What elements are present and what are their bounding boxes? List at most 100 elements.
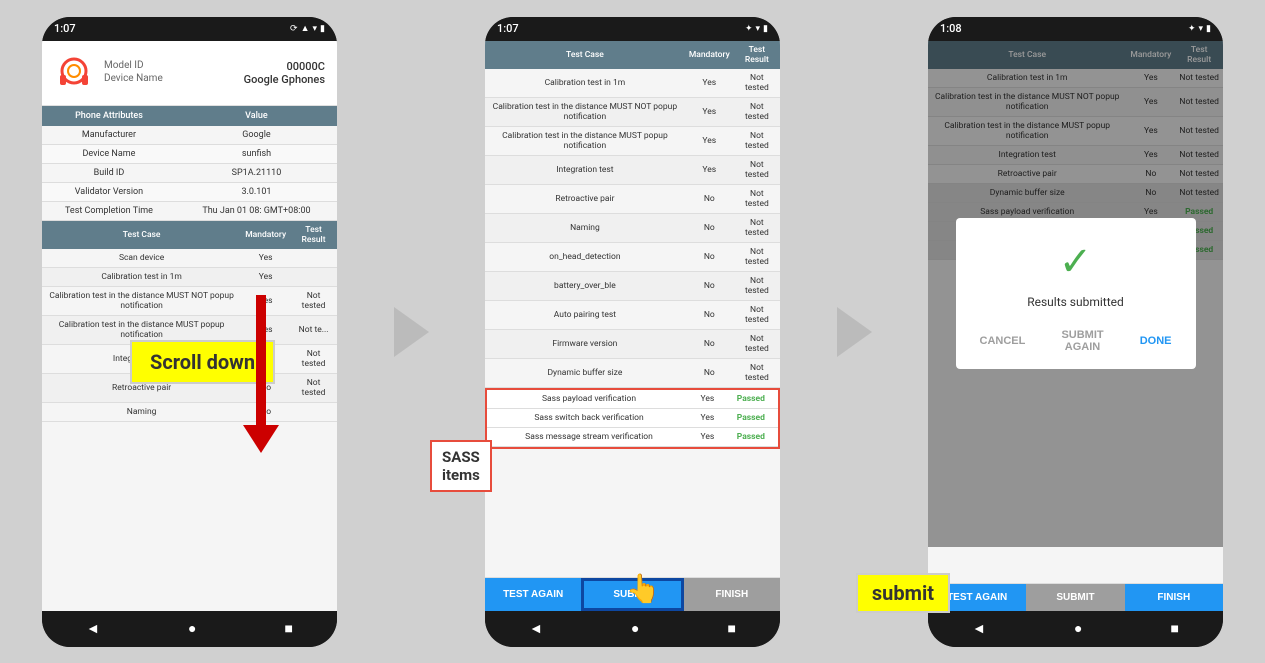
phone-3-content: Test Case Mandatory Test Result Calibrat… [928,41,1223,583]
dialog-buttons: CANCEL SUBMIT AGAIN DONE [972,325,1180,357]
home-btn-3[interactable]: ● [1074,620,1082,637]
table-row: Validator Version3.0.101 [42,182,337,201]
table-row: Auto pairing testNoNot tested [485,300,780,329]
sass-table: Sass payload verificationYesPassed Sass … [487,390,778,447]
test-table-1: Test Case Mandatory Test Result Scan dev… [42,221,337,422]
back-btn-1[interactable]: ◄ [86,620,100,637]
table-row: Calibration test in 1mYes [42,267,337,286]
red-down-arrow [243,295,279,453]
dialog-text: Results submitted [972,295,1180,309]
model-id-label: Model ID [104,60,144,73]
dialog-box: ✓ Results submitted CANCEL SUBMIT AGAIN … [956,218,1196,369]
battery-icon: ▮ [320,24,325,34]
home-btn-1[interactable]: ● [188,620,196,637]
phone-1-content: Model ID 00000C Device Name Google Gphon… [42,41,337,611]
home-btn-2[interactable]: ● [631,620,639,637]
arrow-shaft [256,295,266,425]
status-time-1: 1:07 [54,22,76,35]
recents-btn-1[interactable]: ■ [284,620,292,637]
device-name-value: Google Gphones [244,73,325,86]
bt-icon: ✦ [745,24,753,34]
status-time-3: 1:08 [940,22,962,35]
device-name-label: Device Name [104,73,163,86]
table-row: Firmware versionNoNot tested [485,329,780,358]
table-row: Calibration test in 1mYesNot tested [485,69,780,98]
status-icons-2: ✦ ▾ ▮ [745,24,768,34]
battery-icon-2: ▮ [763,24,768,34]
dialog-cancel-button[interactable]: CANCEL [972,325,1034,357]
test-again-button-2[interactable]: TEST AGAIN [485,578,581,611]
table-row: Calibration test in the distance MUST NO… [42,286,337,315]
attr-header-1: Value [176,106,337,126]
table-row: on_head_detectionNoNot tested [485,242,780,271]
sass-border-box: Sass payload verificationYesPassed Sass … [485,388,780,449]
t2-col-result: Test Result [734,41,780,69]
bt-icon-3: ✦ [1188,24,1196,34]
test-col-case: Test Case [42,221,241,249]
test-col-mandatory: Mandatory [241,221,290,249]
device-header: Model ID 00000C Device Name Google Gphon… [42,41,337,106]
status-icons-3: ✦ ▾ ▮ [1188,24,1211,34]
sass-items-annotation: SASS items [430,440,492,492]
dialog-done-button[interactable]: DONE [1132,325,1180,357]
wifi-icon-2: ▾ [756,24,761,34]
attr-header-0: Phone Attributes [42,106,176,126]
nav-bar-2: ◄ ● ■ [485,611,780,647]
table-row: battery_over_bleNoNot tested [485,271,780,300]
status-bar-3: 1:08 ✦ ▾ ▮ [928,17,1223,41]
table-row: Calibration test in the distance MUST po… [485,126,780,155]
results-submitted-dialog: ✓ Results submitted CANCEL SUBMIT AGAIN … [928,41,1223,547]
table-row: NamingNoNot tested [485,213,780,242]
signal-icon: ▲ [301,23,310,34]
recents-btn-2[interactable]: ■ [727,620,735,637]
table-row: Calibration test in the distance MUST NO… [485,97,780,126]
table-row: Test Completion TimeThu Jan 01 08: GMT+0… [42,201,337,220]
table-row: ManufacturerGoogle [42,126,337,145]
phone-3: 1:08 ✦ ▾ ▮ Test Case Mandatory Test Resu… [928,17,1223,647]
check-icon: ✓ [972,238,1180,285]
back-btn-2[interactable]: ◄ [529,620,543,637]
arrow-right-2 [837,307,872,357]
phone-2-content: Test Case Mandatory Test Result Calibrat… [485,41,780,577]
t2-col-mandatory: Mandatory [685,41,734,69]
phone-2: 1:07 ✦ ▾ ▮ Test Case Mandatory Test Resu… [485,17,780,647]
nav-bar-3: ◄ ● ■ [928,611,1223,647]
table-row: Sass payload verificationYesPassed [487,390,778,409]
status-time-2: 1:07 [497,22,519,35]
sync-icon: ⟳ [290,24,298,34]
cursor-hand: 👆 [626,572,661,605]
nav-bar-1: ◄ ● ■ [42,611,337,647]
wifi-icon-3: ▾ [1199,24,1204,34]
dialog-submit-again-button[interactable]: SUBMIT AGAIN [1041,325,1123,357]
table-row: Dynamic buffer sizeNoNot tested [485,358,780,387]
wifi-icon: ▾ [313,24,318,34]
status-icons-1: ⟳ ▲ ▾ ▮ [290,23,325,34]
table-row: Retroactive pairNoNot tested [485,184,780,213]
test-col-result: Test Result [290,221,337,249]
headphone-icon [54,53,94,93]
table-row: Sass message stream verificationYesPasse… [487,427,778,446]
table-row: Sass switch back verificationYesPassed [487,408,778,427]
recents-btn-3[interactable]: ■ [1170,620,1178,637]
status-bar-1: 1:07 ⟳ ▲ ▾ ▮ [42,17,337,41]
table-row: Build IDSP1A.21110 [42,163,337,182]
arrow-2 [824,307,884,357]
back-btn-3[interactable]: ◄ [972,620,986,637]
phone-3-buttons: TEST AGAIN SUBMIT FINISH [928,583,1223,611]
submit-button-3[interactable]: SUBMIT [1026,584,1124,611]
table-row: Scan deviceYes [42,249,337,268]
attributes-table: Phone Attributes Value ManufacturerGoogl… [42,106,337,221]
model-id-value: 00000C [287,60,325,73]
arrow-right-1 [394,307,429,357]
test-table-2: Test Case Mandatory Test Result Calibrat… [485,41,780,388]
arrow-1 [381,307,441,357]
finish-button-2[interactable]: FINISH [684,578,780,611]
scene: 1:07 ⟳ ▲ ▾ ▮ Model ID 00 [0,0,1265,663]
arrow-head [243,425,279,453]
battery-icon-3: ▮ [1206,24,1211,34]
finish-button-3[interactable]: FINISH [1125,584,1223,611]
phone-1: 1:07 ⟳ ▲ ▾ ▮ Model ID 00 [42,17,337,647]
submit-annotation: submit [856,573,950,613]
table-row: Device Namesunfish [42,144,337,163]
status-bar-2: 1:07 ✦ ▾ ▮ [485,17,780,41]
